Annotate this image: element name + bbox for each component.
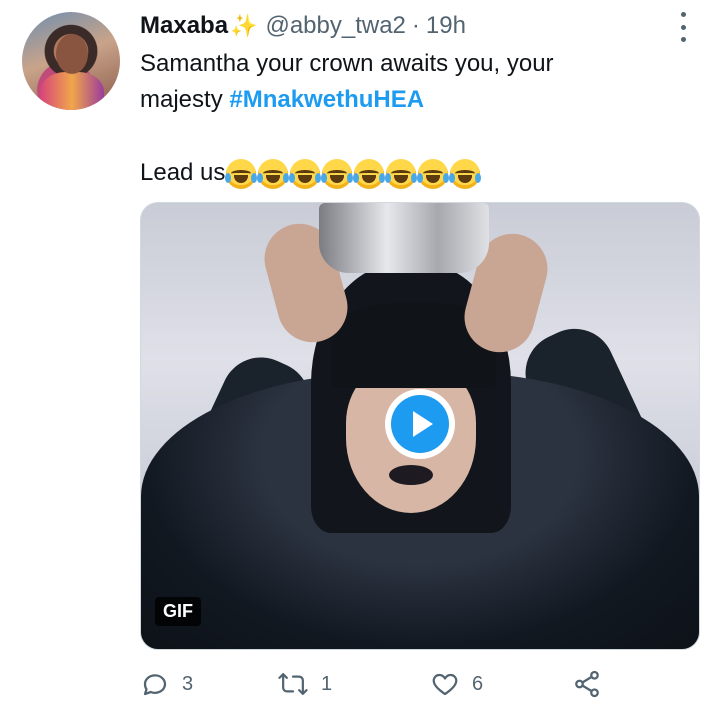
play-button[interactable] — [385, 389, 455, 459]
tears-of-joy-emoji — [257, 158, 290, 189]
gif-badge: GIF — [155, 597, 201, 626]
hashtag-link[interactable]: #MnakwethuHEA — [229, 86, 424, 113]
gif-media[interactable]: GIF — [140, 202, 700, 650]
more-dot — [680, 37, 686, 42]
tears-of-joy-emoji — [321, 158, 354, 189]
separator-dot: · — [411, 12, 420, 39]
gif-crown — [319, 203, 489, 273]
tears-of-joy-emoji — [417, 158, 450, 189]
tweet[interactable]: Maxaba ✨ @abby_twa2 · 19h Samantha your … — [0, 0, 720, 711]
like-button[interactable]: 6 — [430, 664, 483, 704]
retweet-button[interactable]: 1 — [277, 664, 332, 704]
tears-of-joy-emoji — [353, 158, 386, 189]
tears-of-joy-emoji — [385, 158, 418, 189]
more-options-icon[interactable] — [670, 12, 696, 42]
avatar-face — [56, 34, 88, 74]
share-button[interactable] — [572, 664, 602, 704]
tears-of-joy-emojis — [225, 155, 482, 191]
reply-icon — [143, 674, 167, 696]
author-name[interactable]: Maxaba — [140, 12, 228, 40]
tears-of-joy-emoji — [289, 158, 322, 189]
avatar[interactable] — [22, 12, 120, 110]
gif-figure-lips — [389, 465, 433, 485]
more-dot — [680, 12, 686, 17]
more-dot — [680, 24, 686, 30]
like-count: 6 — [472, 672, 484, 695]
author-handle[interactable]: @abby_twa2 — [265, 12, 405, 40]
retweet-count: 1 — [321, 672, 333, 695]
reply-count: 3 — [182, 672, 194, 695]
tears-of-joy-emoji — [449, 158, 482, 189]
tweet-text-line-3: Lead us — [140, 155, 482, 191]
timestamp[interactable]: 19h — [426, 12, 466, 40]
avatar-clothing — [40, 72, 104, 110]
heart-icon — [432, 673, 458, 696]
reply-button[interactable]: 3 — [140, 664, 193, 704]
lead-text: Lead us — [140, 159, 226, 186]
tears-of-joy-emoji — [225, 158, 258, 189]
tweet-text-majesty: majesty — [140, 86, 230, 113]
tweet-text: Samantha your crown awaits you, your maj… — [140, 46, 700, 118]
retweet-icon — [278, 673, 308, 695]
sparkles-emoji: ✨ — [230, 13, 258, 38]
tweet-text-line-1: Samantha your crown awaits you, your — [140, 50, 554, 77]
tweet-actions: 3 1 6 — [140, 664, 620, 704]
play-icon — [391, 395, 449, 453]
tweet-text-line-2: majesty #MnakwethuHEA — [140, 82, 700, 118]
tweet-header: Maxaba ✨ @abby_twa2 · 19h — [140, 10, 466, 42]
share-icon — [575, 670, 599, 698]
